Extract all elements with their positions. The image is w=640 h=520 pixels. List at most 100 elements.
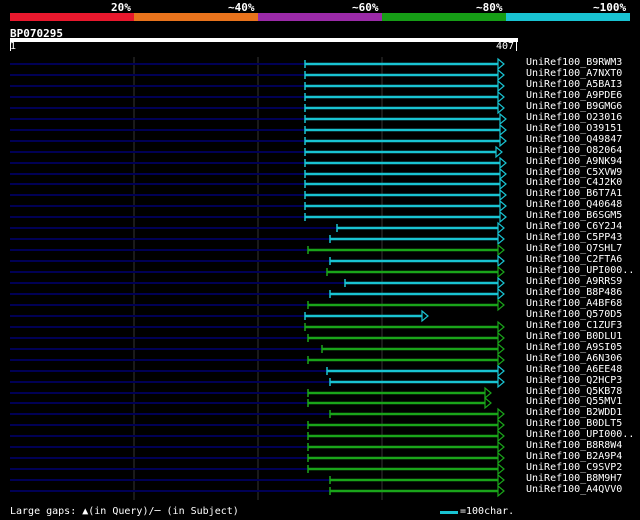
hit-name-link[interactable]: UniRef100_B9GMG6: [526, 101, 622, 112]
scale-swatch: [440, 511, 458, 514]
hit-end-arrow-icon: [497, 429, 505, 443]
hit-name-link[interactable]: UniRef100_A5BAI3: [526, 79, 622, 90]
hit-name-link[interactable]: UniRef100_Q7SHL7: [526, 243, 622, 254]
hit-row[interactable]: [10, 484, 505, 498]
hit-name-link[interactable]: UniRef100_A4BF68: [526, 298, 622, 309]
hit-name-link[interactable]: UniRef100_Q2HCP3: [526, 375, 622, 386]
hit-end-arrow-icon: [497, 287, 505, 301]
hit-end-arrow-icon: [497, 375, 505, 389]
hit-row[interactable]: [10, 331, 505, 345]
hit-end-arrow-icon: [497, 320, 505, 334]
hit-name-link[interactable]: UniRef100_B0DLT5: [526, 418, 622, 429]
hit-name-link[interactable]: UniRef100_B8M9H7: [526, 473, 622, 484]
hit-name-link[interactable]: UniRef100_C6Y2J4: [526, 221, 622, 232]
hit-end-arrow-icon: [497, 79, 505, 93]
hit-name-link[interactable]: UniRef100_A4QVV0: [526, 484, 622, 495]
legend-segment-label: ~60%: [352, 1, 379, 14]
hit-end-arrow-icon: [497, 451, 505, 465]
hit-row[interactable]: [10, 243, 505, 257]
hit-row[interactable]: [10, 462, 505, 476]
hit-row[interactable]: [10, 396, 492, 410]
hit-name-link[interactable]: UniRef100_Q40648: [526, 199, 622, 210]
hit-row[interactable]: [10, 386, 492, 400]
hit-end-arrow-icon: [497, 353, 505, 367]
hit-end-arrow-icon: [499, 112, 507, 126]
hit-end-arrow-icon: [499, 210, 507, 224]
hit-end-arrow-icon: [497, 221, 505, 235]
hit-name-link[interactable]: UniRef100_C1ZUF3: [526, 320, 622, 331]
hit-row[interactable]: [10, 440, 505, 454]
hit-name-link[interactable]: UniRef100_O82064: [526, 145, 622, 156]
gaps-legend: Large gaps: ▲(in Query)/─ (in Subject): [10, 506, 239, 517]
hit-row[interactable]: [10, 57, 505, 71]
hit-name-link[interactable]: UniRef100_B6T7A1: [526, 188, 622, 199]
hit-row[interactable]: [10, 265, 505, 279]
hit-row[interactable]: [10, 79, 505, 93]
hit-name-link[interactable]: UniRef100_A9RRS9: [526, 276, 622, 287]
hit-row[interactable]: [10, 254, 505, 268]
hit-end-arrow-icon: [495, 145, 503, 159]
hit-row[interactable]: [10, 287, 505, 301]
hit-name-link[interactable]: UniRef100_C4J2K0: [526, 177, 622, 188]
hit-end-arrow-icon: [499, 188, 507, 202]
hit-name-link[interactable]: UniRef100_A7NXT0: [526, 68, 622, 79]
hit-name-link[interactable]: UniRef100_A9NK94: [526, 156, 622, 167]
hit-row[interactable]: [10, 145, 503, 159]
legend-segment-label: ~80%: [476, 1, 503, 14]
hit-name-link[interactable]: UniRef100_A9PDE6: [526, 90, 622, 101]
legend-segment-label: ~100%: [593, 1, 627, 14]
hit-row[interactable]: [10, 429, 505, 443]
hit-name-link[interactable]: UniRef100_O23016: [526, 112, 622, 123]
hit-row[interactable]: [10, 451, 505, 465]
hit-row[interactable]: [10, 473, 505, 487]
hit-row[interactable]: [10, 90, 505, 104]
hit-row[interactable]: [10, 276, 505, 290]
hit-row[interactable]: [10, 232, 505, 246]
scale-text: =100char.: [460, 506, 515, 517]
hit-name-link[interactable]: UniRef100_Q570D5: [526, 309, 622, 320]
legend-segment-label: ~40%: [228, 1, 255, 14]
hit-name-link[interactable]: UniRef100_C2FTA6: [526, 254, 622, 265]
hit-name-link[interactable]: UniRef100_A6EE48: [526, 364, 622, 375]
hit-row[interactable]: [10, 320, 505, 334]
hit-end-arrow-icon: [497, 440, 505, 454]
hit-end-arrow-icon: [497, 331, 505, 345]
hit-name-link[interactable]: UniRef100_B2A9P4: [526, 451, 622, 462]
hit-name-link[interactable]: UniRef100_B6SGM5: [526, 210, 622, 221]
hit-row[interactable]: [10, 342, 505, 356]
hit-name-link[interactable]: UniRef100_B8P486: [526, 287, 622, 298]
hit-end-arrow-icon: [499, 134, 507, 148]
hit-name-link[interactable]: UniRef100_A9SI05: [526, 342, 622, 353]
hit-end-arrow-icon: [499, 167, 507, 181]
hit-end-arrow-icon: [497, 418, 505, 432]
hit-name-link[interactable]: UniRef100_B2WDD1: [526, 407, 622, 418]
hit-end-arrow-icon: [497, 407, 505, 421]
hit-name-link[interactable]: UniRef100_UPI000..: [526, 429, 634, 440]
hit-name-link[interactable]: UniRef100_C9SVP2: [526, 462, 622, 473]
hit-row[interactable]: [10, 353, 505, 367]
hit-name-link[interactable]: UniRef100_O39151: [526, 123, 622, 134]
hit-row[interactable]: [10, 418, 505, 432]
hit-row[interactable]: [10, 375, 505, 389]
hit-row[interactable]: [10, 309, 429, 323]
hit-end-arrow-icon: [497, 342, 505, 356]
hit-name-link[interactable]: UniRef100_UPI000..: [526, 265, 634, 276]
hit-end-arrow-icon: [497, 473, 505, 487]
hit-row[interactable]: [10, 407, 505, 421]
hit-end-arrow-icon: [497, 68, 505, 82]
hit-name-link[interactable]: UniRef100_B9RWM3: [526, 57, 622, 68]
hit-name-link[interactable]: UniRef100_A6N306: [526, 353, 622, 364]
hit-end-arrow-icon: [497, 57, 505, 71]
hit-row[interactable]: [10, 221, 505, 235]
hit-name-link[interactable]: UniRef100_Q49847: [526, 134, 622, 145]
hit-name-link[interactable]: UniRef100_C5PP43: [526, 232, 622, 243]
hit-row[interactable]: [10, 364, 505, 378]
hit-row[interactable]: [10, 68, 505, 82]
hit-end-arrow-icon: [499, 177, 507, 191]
hit-name-link[interactable]: UniRef100_B8R8W4: [526, 440, 622, 451]
hit-row[interactable]: [10, 298, 505, 312]
hit-name-link[interactable]: UniRef100_Q55MV1: [526, 396, 622, 407]
hit-end-arrow-icon: [497, 265, 505, 279]
hit-name-link[interactable]: UniRef100_B0DLU1: [526, 331, 622, 342]
hit-row[interactable]: [10, 101, 505, 115]
